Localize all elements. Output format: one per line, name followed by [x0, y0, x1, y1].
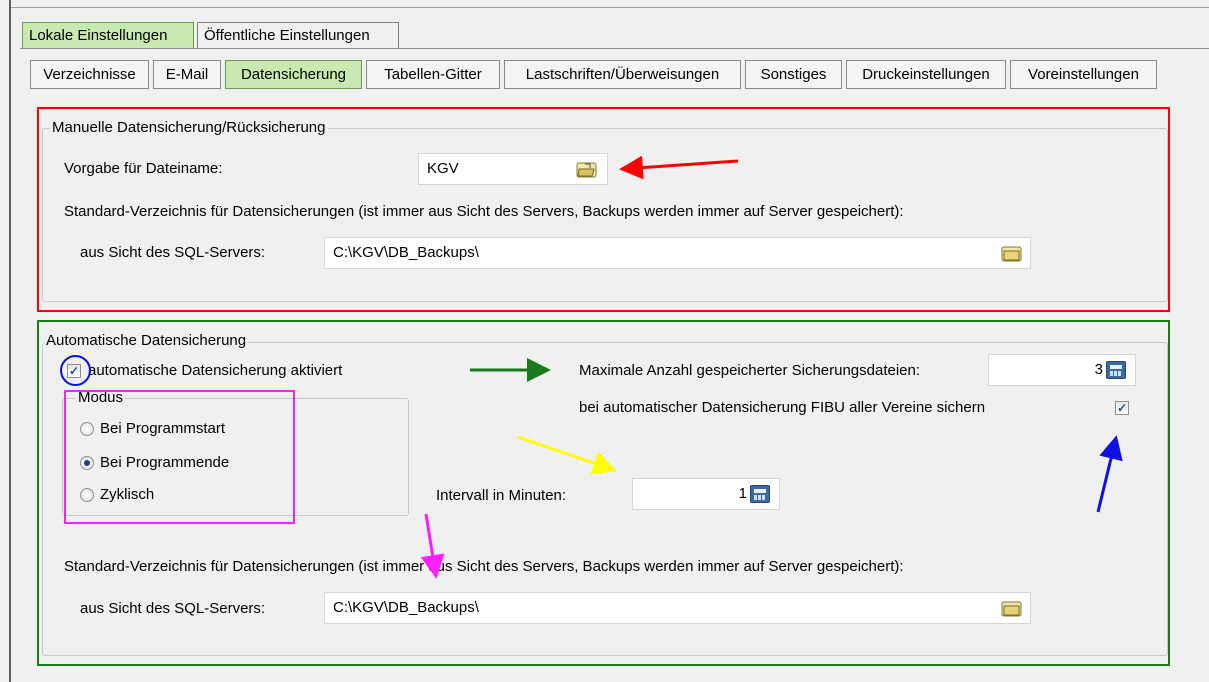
- window-edge: [9, 0, 11, 682]
- subtab-datensicherung[interactable]: Datensicherung: [225, 60, 362, 89]
- tab-strip-border: [20, 48, 1209, 49]
- subtab-verzeichnisse[interactable]: Verzeichnisse: [30, 60, 149, 89]
- tab-oeffentliche-einstellungen[interactable]: Öffentliche Einstellungen: [197, 22, 399, 48]
- blue-circle-highlight: [60, 355, 91, 386]
- subtab-tabellen-gitter[interactable]: Tabellen-Gitter: [366, 60, 500, 89]
- top-border: [11, 7, 1209, 8]
- subtab-druckeinstellungen[interactable]: Druckeinstellungen: [846, 60, 1006, 89]
- subtab-sonstiges[interactable]: Sonstiges: [745, 60, 842, 89]
- tab-lokale-einstellungen[interactable]: Lokale Einstellungen: [22, 22, 194, 48]
- subtab-lastschriften[interactable]: Lastschriften/Überweisungen: [504, 60, 741, 89]
- subtab-email[interactable]: E-Mail: [153, 60, 221, 89]
- red-highlight-frame: [37, 107, 1170, 312]
- magenta-highlight-frame: [64, 390, 295, 524]
- subtab-voreinstellungen[interactable]: Voreinstellungen: [1010, 60, 1157, 89]
